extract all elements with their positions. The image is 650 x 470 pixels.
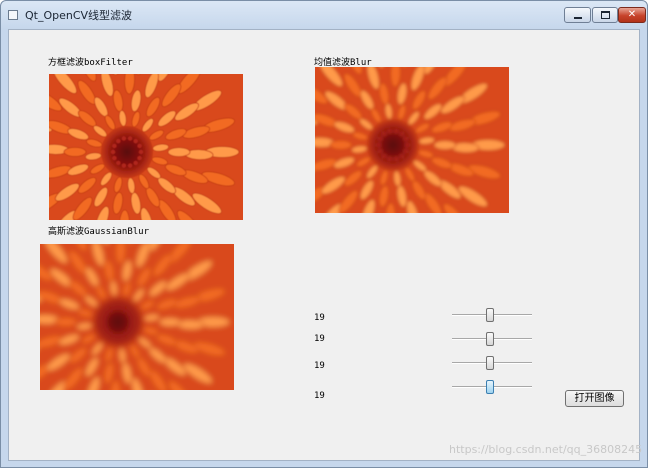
image-gaussian-blur — [40, 244, 234, 390]
image-blur — [315, 67, 509, 213]
main-window: Qt_OpenCV线型滤波 ✕ 方框滤波boxFilter 均值滤波Blur 高… — [0, 0, 648, 468]
client-area: 方框滤波boxFilter 均值滤波Blur 高斯滤波GaussianBlur … — [8, 29, 643, 461]
minimize-icon — [573, 17, 582, 19]
slider-box-filter[interactable] — [452, 308, 532, 322]
slider-value-4: 19 — [314, 391, 325, 401]
window-title: Qt_OpenCV线型滤波 — [25, 9, 133, 22]
flower-picture — [315, 67, 509, 213]
slider-gaussian[interactable] — [452, 356, 532, 370]
slider-value-2: 19 — [314, 334, 325, 344]
close-icon: ✕ — [627, 9, 637, 20]
slider-handle[interactable] — [486, 380, 495, 394]
close-button[interactable]: ✕ — [618, 7, 646, 23]
image-box-filter — [49, 74, 243, 220]
minimize-button[interactable] — [564, 7, 591, 23]
slider-handle[interactable] — [486, 332, 495, 346]
label-box-filter: 方框滤波boxFilter — [48, 58, 133, 68]
slider-fourth[interactable] — [452, 380, 532, 394]
title-bar[interactable]: Qt_OpenCV线型滤波 ✕ — [1, 1, 647, 29]
flower-picture — [49, 74, 243, 220]
slider-handle[interactable] — [486, 356, 495, 370]
slider-blur[interactable] — [452, 332, 532, 346]
maximize-button[interactable] — [592, 7, 618, 23]
watermark: https://blog.csdn.net/qq_36808245 — [449, 443, 643, 456]
slider-handle[interactable] — [486, 308, 495, 322]
slider-value-3: 19 — [314, 361, 325, 371]
label-gaussian-blur: 高斯滤波GaussianBlur — [48, 227, 150, 237]
flower-picture — [40, 244, 234, 390]
app-window-icon — [8, 10, 18, 20]
maximize-icon — [600, 11, 610, 19]
open-image-button[interactable]: 打开图像 — [565, 390, 624, 407]
slider-value-1: 19 — [314, 313, 325, 323]
